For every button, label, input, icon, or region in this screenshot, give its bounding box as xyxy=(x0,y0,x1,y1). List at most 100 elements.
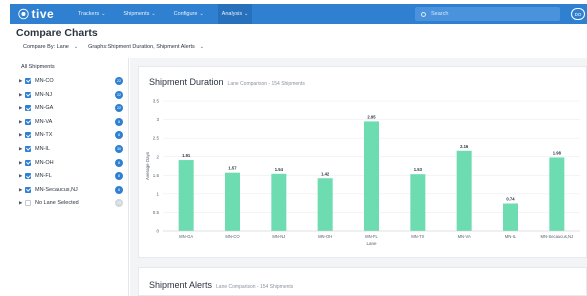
tive-logo[interactable]: ⦿ tive xyxy=(18,6,64,22)
bar xyxy=(549,157,565,231)
chevron-down-icon: ⌄ xyxy=(199,44,204,50)
lane-checkbox[interactable] xyxy=(25,91,31,98)
lane-row[interactable]: ▶ MN-NJ 22 xyxy=(14,90,129,100)
bar-value-label: 2.95 xyxy=(367,114,376,119)
y-tick-label: 2.5 xyxy=(153,136,160,141)
bar xyxy=(178,160,194,231)
lane-row[interactable]: ▶ MN-CO 22 xyxy=(14,76,129,86)
x-axis-label: Lane xyxy=(366,241,377,246)
lane-row[interactable]: ▶ MN-IL 30 xyxy=(14,144,129,154)
bar-value-label: 1.53 xyxy=(414,167,423,172)
x-tick-label: MN-Secaucus,NJ xyxy=(541,234,574,239)
lane-count-badge: 22 xyxy=(115,90,123,99)
bar-value-label: 2.16 xyxy=(460,144,469,149)
y-tick-label: 3 xyxy=(156,117,159,122)
y-tick-label: 0 xyxy=(156,229,159,234)
lane-row[interactable]: ▶ No Lane Selected 15 xyxy=(14,198,129,208)
top-nav-bar: ⦿ tive Trackers ⌄ Shipments ⌄ Configure ⌄ A… xyxy=(10,4,587,24)
filter-bar: Compare By: Lane ⌄ Graphs:Shipment Durati… xyxy=(23,44,214,50)
search-input[interactable] xyxy=(431,11,551,17)
nav-shipments[interactable]: Shipments ⌄ xyxy=(119,4,159,24)
lane-count-badge: 8 xyxy=(115,117,123,126)
lane-checkbox[interactable] xyxy=(25,200,31,207)
user-avatar[interactable]: DO xyxy=(571,8,585,20)
search-box[interactable] xyxy=(415,7,560,21)
nav-configure[interactable]: Configure ⌄ xyxy=(170,4,208,24)
lane-row[interactable]: ▶ MN-TX 8 xyxy=(14,130,129,140)
lane-count-badge: 8 xyxy=(115,172,123,181)
nav-analysis-label: Analysis xyxy=(221,11,243,17)
lane-sidebar: All Shipments ▶ MN-CO 22 ▶ MN-NJ 22 ▶ MN-GA 22 ▶ M… xyxy=(14,58,129,296)
alerts-card-title: Shipment Alerts Lane Comparison - 154 Shi… xyxy=(149,280,293,290)
lane-row[interactable]: ▶ MN-OH 8 xyxy=(14,158,129,168)
x-tick-label: MN-TX xyxy=(411,234,424,239)
lane-label: MN-CO xyxy=(35,78,54,84)
x-tick-label: MN-OH xyxy=(318,234,332,239)
y-tick-label: 3.5 xyxy=(153,99,160,104)
compare-by-dropdown[interactable]: Compare By: Lane ⌄ xyxy=(23,44,78,50)
duration-bar-chart: 0 0.5 1 1.5 2 2.5 3 3.5 Average Days 1.91 MN-GA 1.5… xyxy=(145,99,580,246)
bar-value-label: 1.91 xyxy=(182,153,191,158)
lane-label: MN-OH xyxy=(35,159,54,166)
nav-trackers[interactable]: Trackers ⌄ xyxy=(74,4,109,24)
lane-checkbox[interactable] xyxy=(25,132,31,139)
lane-count-badge: 15 xyxy=(115,199,123,208)
lane-checkbox[interactable] xyxy=(25,105,31,112)
x-tick-label: MN-FL xyxy=(365,234,378,239)
lane-checkbox[interactable] xyxy=(25,159,31,166)
lane-label: MN-IL xyxy=(35,146,50,152)
lane-count-badge: 30 xyxy=(115,145,123,153)
bar xyxy=(456,150,472,231)
y-axis-label: Average Days xyxy=(145,151,150,180)
chevron-down-icon: ⌄ xyxy=(199,11,204,17)
bar xyxy=(317,178,333,231)
x-tick-label: MN-NJ xyxy=(272,234,285,239)
chevron-down-icon: ⌄ xyxy=(151,11,156,17)
bar xyxy=(271,173,287,231)
lane-checkbox[interactable] xyxy=(25,118,31,125)
y-tick-label: 2 xyxy=(156,154,159,159)
bar xyxy=(225,172,240,231)
x-tick-label: MN-CO xyxy=(225,234,240,239)
location-pin-icon: ⦿ xyxy=(18,9,30,21)
shipment-duration-card: Shipment Duration Lane Comparison - 154 S… xyxy=(138,66,587,258)
bar xyxy=(410,174,426,231)
lane-count-badge: 8 xyxy=(115,158,123,167)
lane-count-badge: 22 xyxy=(115,104,123,113)
bar-value-label: 1.57 xyxy=(228,166,237,171)
lane-row[interactable]: ▶ MN-Secaucus,NJ 8 xyxy=(14,185,129,195)
nav-analysis[interactable]: Analysis ⌄ xyxy=(217,4,253,24)
chevron-down-icon: ⌄ xyxy=(244,11,249,17)
bar-value-label: 0.74 xyxy=(506,197,515,202)
lane-row[interactable]: ▶ MN-VA 8 xyxy=(14,117,129,127)
sidebar-title: All Shipments xyxy=(21,64,55,70)
shipment-alerts-card: Shipment Alerts Lane Comparison - 154 Shi… xyxy=(138,267,587,296)
bar-value-label: 1.98 xyxy=(553,150,562,155)
chevron-down-icon: ⌄ xyxy=(73,44,79,50)
x-tick-label: MN-IL xyxy=(505,234,517,239)
bar xyxy=(364,121,379,231)
lane-checkbox[interactable] xyxy=(25,78,31,84)
lane-checkbox[interactable] xyxy=(25,146,31,152)
lane-count-badge: 8 xyxy=(115,131,123,140)
lane-count-badge: 22 xyxy=(115,77,123,85)
lane-label: MN-NJ xyxy=(35,91,53,98)
lane-label: MN-VA xyxy=(35,118,53,125)
chevron-down-icon: ⌄ xyxy=(101,11,106,17)
bar xyxy=(503,203,518,231)
graphs-dropdown[interactable]: Graphs:Shipment Duration, Shipment Alert… xyxy=(88,44,204,50)
lane-label: MN-FL xyxy=(35,173,52,180)
nav-trackers-label: Trackers xyxy=(78,11,100,17)
lane-checkbox[interactable] xyxy=(25,186,31,193)
lane-label: MN-GA xyxy=(35,105,54,112)
lane-checkbox[interactable] xyxy=(25,173,31,180)
alerts-subtitle: Lane Comparison - 154 Shipments xyxy=(216,284,294,290)
page-title: Compare Charts xyxy=(16,27,98,39)
alerts-title: Shipment Alerts xyxy=(149,280,213,290)
compare-by-label: Compare By: Lane xyxy=(23,44,69,50)
lane-row[interactable]: ▶ MN-FL 8 xyxy=(14,171,129,181)
lane-row[interactable]: ▶ MN-GA 22 xyxy=(14,103,129,113)
lane-label: MN-TX xyxy=(35,132,53,139)
x-tick-label: MN-GA xyxy=(179,234,193,239)
logo-text: tive xyxy=(31,7,55,21)
